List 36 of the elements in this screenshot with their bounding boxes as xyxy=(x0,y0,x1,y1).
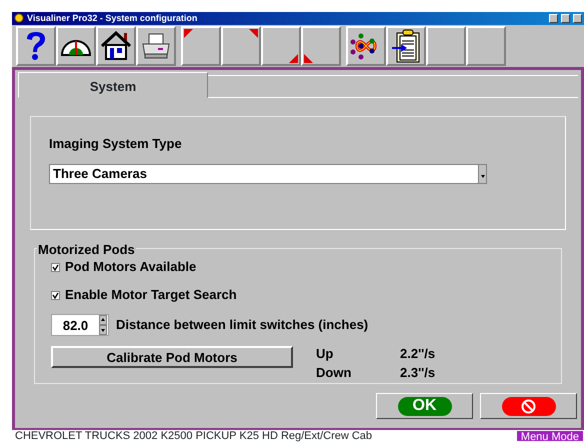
tab[interactable]: System xyxy=(18,72,208,98)
toolbar-button[interactable] xyxy=(56,26,96,66)
corner-marker-icon xyxy=(184,29,193,38)
ok-button[interactable]: OK xyxy=(376,393,473,419)
checkbox[interactable] xyxy=(51,290,60,300)
toolbar-button[interactable] xyxy=(346,26,386,66)
status-text: CHEVROLET TRUCKS 2002 K2500 PICKUP K25 HD Reg/Ext/Crew Cab xyxy=(14,430,374,442)
checkbox[interactable] xyxy=(51,262,60,272)
speed-value: 2.2''/s xyxy=(400,346,436,362)
minimize-button[interactable] xyxy=(549,14,558,23)
maximize-button[interactable] xyxy=(561,14,570,23)
corner-marker-icon xyxy=(289,54,298,63)
cancel-button[interactable] xyxy=(480,393,577,419)
calibrate-button[interactable]: Calibrate Pod Motors xyxy=(51,346,293,368)
cancel-icon xyxy=(521,398,536,414)
checkbox-label: Enable Motor Target Search xyxy=(65,286,237,304)
speed-value: 2.3''/s xyxy=(400,365,436,381)
toolbar-button[interactable] xyxy=(386,26,426,66)
house-icon xyxy=(100,31,132,61)
close-button[interactable] xyxy=(573,14,582,23)
toolbar-button[interactable] xyxy=(96,26,136,66)
corner-marker-icon xyxy=(304,54,313,63)
toolbar-button[interactable] xyxy=(16,26,56,66)
mode-indicator: Menu Mode xyxy=(516,430,584,442)
field-label: Imaging System Type xyxy=(49,135,183,153)
clipboard-icon xyxy=(391,29,421,63)
dropdown[interactable]: Three Cameras xyxy=(49,164,487,184)
field-label: Distance between limit switches (inches) xyxy=(116,316,368,334)
speed-label: Down xyxy=(316,365,352,381)
app-icon xyxy=(14,12,24,26)
toolbar-button[interactable] xyxy=(136,26,176,66)
window-title: Visualiner Pro32 - System configuration xyxy=(27,12,198,25)
checkbox-label: Pod Motors Available xyxy=(65,258,196,276)
corner-marker-icon xyxy=(249,29,258,38)
speed-label: Up xyxy=(316,346,334,362)
printer-icon xyxy=(140,32,172,60)
